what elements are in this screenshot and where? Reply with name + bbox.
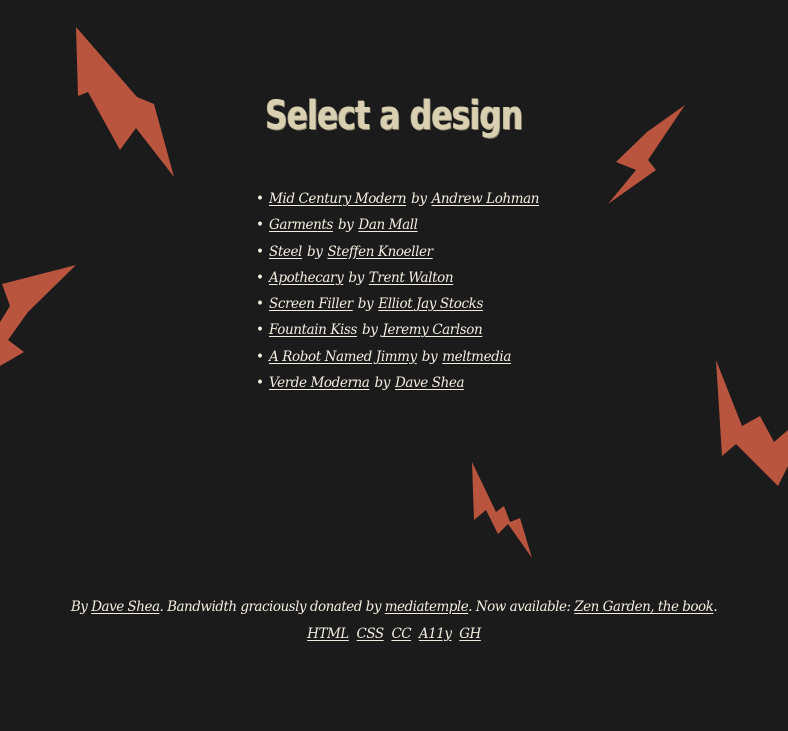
bullet-icon: • xyxy=(256,243,264,260)
footer-links: HTML CSS CC A11y GH xyxy=(0,621,788,648)
by-label: by xyxy=(411,191,427,207)
book-link[interactable]: Zen Garden, the book xyxy=(574,599,714,615)
host-link[interactable]: mediatemple xyxy=(385,599,469,615)
by-label: by xyxy=(357,296,374,313)
design-list-item: • Verde Moderna by Dave Shea xyxy=(256,370,539,396)
bullet-icon: • xyxy=(256,375,264,392)
design-list-item: • Mid Century Modern by Andrew Lohman xyxy=(256,186,539,212)
designer-link[interactable]: meltmedia xyxy=(442,349,511,365)
design-link[interactable]: Garments xyxy=(269,217,333,233)
footer-link-gh[interactable]: GH xyxy=(459,626,481,642)
design-list-item: • Steel by Steffen Knoeller xyxy=(256,239,539,265)
bullet-icon: • xyxy=(256,296,264,313)
footer-by-prefix: By xyxy=(70,599,88,615)
bullet-icon: • xyxy=(256,322,264,339)
design-link[interactable]: Fountain Kiss xyxy=(269,322,357,338)
design-list-item: • Screen Filler by Elliot Jay Stocks xyxy=(256,291,539,317)
by-label: by xyxy=(361,322,378,339)
footer-link-css[interactable]: CSS xyxy=(357,626,385,642)
design-link[interactable]: Screen Filler xyxy=(269,296,353,312)
author-link[interactable]: Dave Shea xyxy=(91,599,160,615)
designer-link[interactable]: Andrew Lohman xyxy=(432,191,540,207)
footer-bandwidth-text: . Bandwidth graciously donated by xyxy=(159,599,382,615)
by-label: by xyxy=(374,375,390,392)
by-label: by xyxy=(421,348,438,365)
by-label: by xyxy=(337,217,354,234)
bullet-icon: • xyxy=(256,269,264,286)
design-list-item: • Garments by Dan Mall xyxy=(256,212,539,238)
design-link[interactable]: Steel xyxy=(269,244,302,260)
footer: By Dave Shea. Bandwidth graciously donat… xyxy=(0,594,788,648)
design-link[interactable]: Apothecary xyxy=(269,270,344,286)
design-list-item: • Apothecary by Trent Walton xyxy=(256,265,539,291)
by-label: by xyxy=(348,269,364,286)
footer-book-suffix: . xyxy=(713,599,718,615)
design-link[interactable]: A Robot Named Jimmy xyxy=(269,349,417,365)
bullet-icon: • xyxy=(256,217,264,234)
footer-link-a11y[interactable]: A11y xyxy=(419,626,452,642)
designer-link[interactable]: Dave Shea xyxy=(395,375,465,391)
designer-link[interactable]: Dan Mall xyxy=(358,217,418,233)
bullet-icon: • xyxy=(256,348,264,365)
bullet-icon: • xyxy=(256,191,264,207)
lightning-bolt-icon xyxy=(472,462,532,558)
design-list: • Mid Century Modern by Andrew Lohman • Garme… xyxy=(256,186,539,396)
footer-link-html[interactable]: HTML xyxy=(307,626,349,642)
designer-link[interactable]: Elliot Jay Stocks xyxy=(378,296,483,312)
designer-link[interactable]: Jeremy Carlson xyxy=(382,322,482,338)
by-label: by xyxy=(306,243,323,260)
design-list-item: • Fountain Kiss by Jeremy Carlson xyxy=(256,317,539,343)
footer-available-text: . Now available: xyxy=(468,599,571,615)
lightning-bolt-icon xyxy=(716,360,788,486)
footer-link-cc[interactable]: CC xyxy=(391,626,411,642)
footer-credits: By Dave Shea. Bandwidth graciously donat… xyxy=(0,594,788,621)
design-link[interactable]: Verde Moderna xyxy=(269,375,370,391)
designer-link[interactable]: Trent Walton xyxy=(369,270,454,286)
page-title: Select a design xyxy=(265,92,523,139)
design-link[interactable]: Mid Century Modern xyxy=(269,191,407,207)
lightning-bolt-icon xyxy=(0,265,76,366)
designer-link[interactable]: Steffen Knoeller xyxy=(327,244,433,260)
design-list-item: • A Robot Named Jimmy by meltmedia xyxy=(256,344,539,370)
